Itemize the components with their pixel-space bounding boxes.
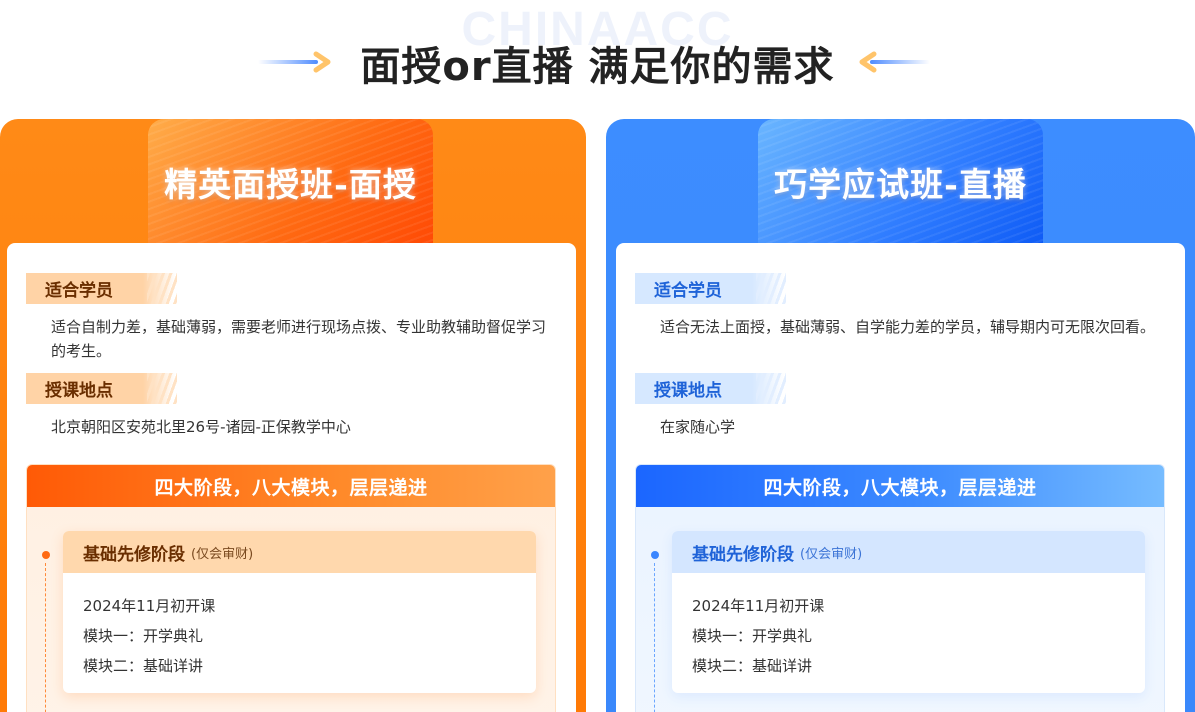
stage-module-2: 模块二：基础详讲 (692, 657, 813, 675)
stage-note: (仅会审财) (191, 546, 254, 562)
audience-description: 适合无法上面授，基础薄弱、自学能力差的学员，辅导期内可无限次回看。 (660, 318, 1156, 336)
stripe-decoration (756, 273, 786, 304)
arrow-decoration-right-icon (859, 51, 930, 73)
stage-start-date: 2024年11月初开课 (83, 597, 216, 615)
stage-card: 基础先修阶段 (仅会审财) 2024年11月初开课 模块一：开学典礼 模块二：基… (63, 531, 536, 693)
stripe-decoration (147, 373, 177, 404)
course-tab-offline[interactable]: 精英面授班-面授 (148, 119, 433, 244)
stage-details: 2024年11月初开课 模块一：开学典礼 模块二：基础详讲 (672, 573, 1145, 681)
location-description: 在家随心学 (660, 418, 736, 436)
timeline-line (45, 563, 46, 712)
course-info-panel: 适合学员 适合无法上面授，基础薄弱、自学能力差的学员，辅导期内可无限次回看。 授… (616, 243, 1185, 712)
stage-header: 基础先修阶段 (仅会审财) (63, 531, 536, 573)
course-tab-live[interactable]: 巧学应试班-直播 (758, 119, 1043, 244)
timeline-dot-icon (42, 551, 50, 559)
stage-name: 基础先修阶段 (692, 544, 794, 565)
course-info-panel: 适合学员 适合自制力差，基础薄弱，需要老师进行现场点拨、专业助教辅助督促学习的考… (7, 243, 576, 712)
stage-module-2: 模块二：基础详讲 (83, 657, 204, 675)
page-title: 面授or直播 满足你的需求 (360, 44, 835, 90)
stage-note: (仅会审财) (800, 546, 863, 562)
stripe-decoration (756, 373, 786, 404)
stages-box: 四大阶段，八大模块，层层递进 基础先修阶段 (仅会审财) 2024年11月初开课… (26, 464, 556, 712)
audience-description: 适合自制力差，基础薄弱，需要老师进行现场点拨、专业助教辅助督促学习的考生。 (51, 318, 547, 360)
section-header: CHINAACC 面授or直播 满足你的需求 (0, 0, 1195, 110)
course-card-offline: 精英面授班-面授 适合学员 适合自制力差，基础薄弱，需要老师进行现场点拨、专业助… (0, 119, 586, 712)
stripe-decoration (147, 273, 177, 304)
timeline-line (654, 563, 655, 712)
course-card-live: 巧学应试班-直播 适合学员 适合无法上面授，基础薄弱、自学能力差的学员，辅导期内… (606, 119, 1195, 712)
stage-card: 基础先修阶段 (仅会审财) 2024年11月初开课 模块一：开学典礼 模块二：基… (672, 531, 1145, 693)
stage-details: 2024年11月初开课 模块一：开学典礼 模块二：基础详讲 (63, 573, 536, 681)
timeline-dot-icon (651, 551, 659, 559)
course-tab-title: 精英面授班-面授 (164, 164, 417, 204)
course-tab-title: 巧学应试班-直播 (774, 164, 1027, 204)
stage-module-1: 模块一：开学典礼 (83, 627, 204, 645)
stage-name: 基础先修阶段 (83, 544, 185, 565)
stages-box: 四大阶段，八大模块，层层递进 基础先修阶段 (仅会审财) 2024年11月初开课… (635, 464, 1165, 712)
stages-heading: 四大阶段，八大模块，层层递进 (27, 465, 555, 507)
stage-module-1: 模块一：开学典礼 (692, 627, 813, 645)
stage-header: 基础先修阶段 (仅会审财) (672, 531, 1145, 573)
stage-start-date: 2024年11月初开课 (692, 597, 825, 615)
location-description: 北京朝阳区安苑北里26号-诸园-正保教学中心 (51, 418, 351, 436)
stages-heading: 四大阶段，八大模块，层层递进 (636, 465, 1164, 507)
